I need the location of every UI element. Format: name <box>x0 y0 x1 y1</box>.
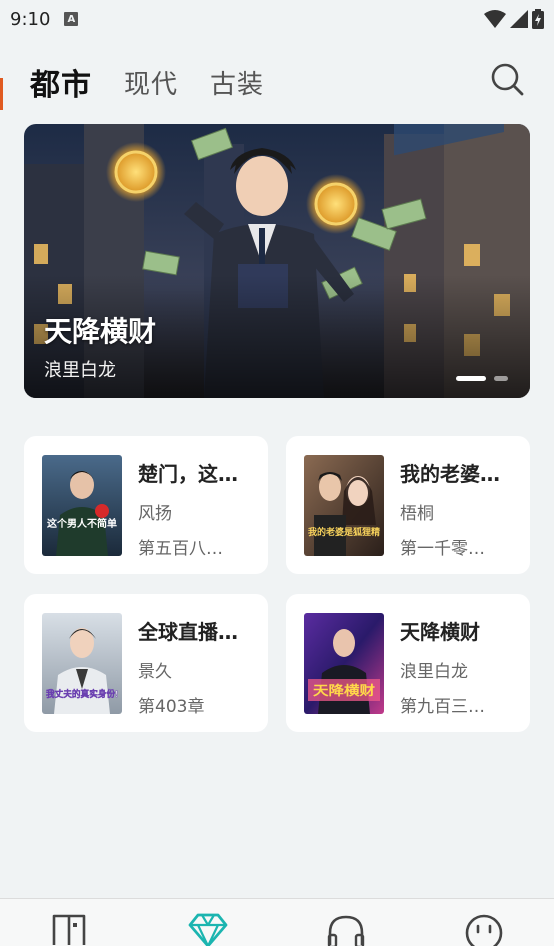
book-title: 我的老婆是狐狸精 <box>400 462 516 486</box>
book-cover: 我丈夫的真实身份! <box>42 613 122 714</box>
status-icons <box>484 9 544 29</box>
book-cover: 这个男人不简单 <box>42 455 122 556</box>
svg-text:这个男人不简单: 这个男人不简单 <box>47 517 117 530</box>
tab-xiandai[interactable]: 现代 <box>124 64 178 101</box>
wifi-icon <box>484 10 506 28</box>
book-card[interactable]: 我丈夫的真实身份! 全球直播：我丈夫的真实身份 景久 第403章 <box>24 594 268 732</box>
book-author: 景久 <box>138 662 172 682</box>
diamond-icon <box>188 913 228 946</box>
book-card[interactable]: 这个男人不简单 楚门，这个男人不简单 风扬 第五百八十章 <box>24 436 268 574</box>
book-chapter: 第五百八十章 <box>138 539 238 559</box>
book-chapter: 第九百三十章 <box>400 697 500 717</box>
book-title: 全球直播：我丈夫的真实身份 <box>138 620 254 644</box>
book-chapter: 第一千零一章 <box>400 539 500 559</box>
edge-marker <box>0 78 3 110</box>
nav-bookshelf[interactable] <box>49 913 89 946</box>
tab-guzhuang[interactable]: 古装 <box>210 64 264 101</box>
book-author: 风扬 <box>138 504 172 524</box>
banner-pagination <box>456 376 508 381</box>
search-button[interactable] <box>490 62 524 96</box>
bookshelf-icon <box>52 914 86 945</box>
bottom-navigation <box>0 898 554 946</box>
notification-icon: A <box>64 12 79 26</box>
book-card[interactable]: 天降横财 天降横财 浪里白龙 第九百三十章 <box>286 594 530 732</box>
svg-text:天降横财: 天降横财 <box>313 683 375 698</box>
featured-banner[interactable]: 天降横财 浪里白龙 <box>24 124 530 398</box>
svg-text:我丈夫的真实身份!: 我丈夫的真实身份! <box>46 688 118 699</box>
banner-author: 浪里白龙 <box>44 360 116 381</box>
status-bar: 9:10 A <box>0 0 554 38</box>
search-icon <box>491 63 524 96</box>
nav-store[interactable] <box>188 913 228 946</box>
book-title: 天降横财 <box>400 620 480 644</box>
nav-audio[interactable] <box>326 913 366 946</box>
pagination-dot <box>494 376 508 381</box>
category-tabs: 都市 现代 古装 <box>30 58 296 106</box>
book-chapter: 第403章 <box>138 697 205 717</box>
tab-dushi[interactable]: 都市 <box>30 60 92 104</box>
book-card[interactable]: 我的老婆是狐狸精 我的老婆是狐狸精 梧桐 第一千零一章 <box>286 436 530 574</box>
svg-text:我的老婆是狐狸精: 我的老婆是狐狸精 <box>308 526 380 537</box>
headphones-icon <box>327 915 365 946</box>
book-cover: 我的老婆是狐狸精 <box>304 455 384 556</box>
nav-profile[interactable] <box>464 913 504 946</box>
status-time: 9:10 <box>10 8 51 30</box>
banner-title: 天降横财 <box>44 315 157 348</box>
pagination-dot-active <box>456 376 486 381</box>
book-author: 梧桐 <box>400 504 434 524</box>
signal-icon <box>510 10 528 28</box>
book-title: 楚门，这个男人不简单 <box>138 462 254 486</box>
profile-face-icon <box>465 914 503 946</box>
book-cover: 天降横财 <box>304 613 384 714</box>
book-author: 浪里白龙 <box>400 662 468 682</box>
battery-icon <box>532 9 544 29</box>
